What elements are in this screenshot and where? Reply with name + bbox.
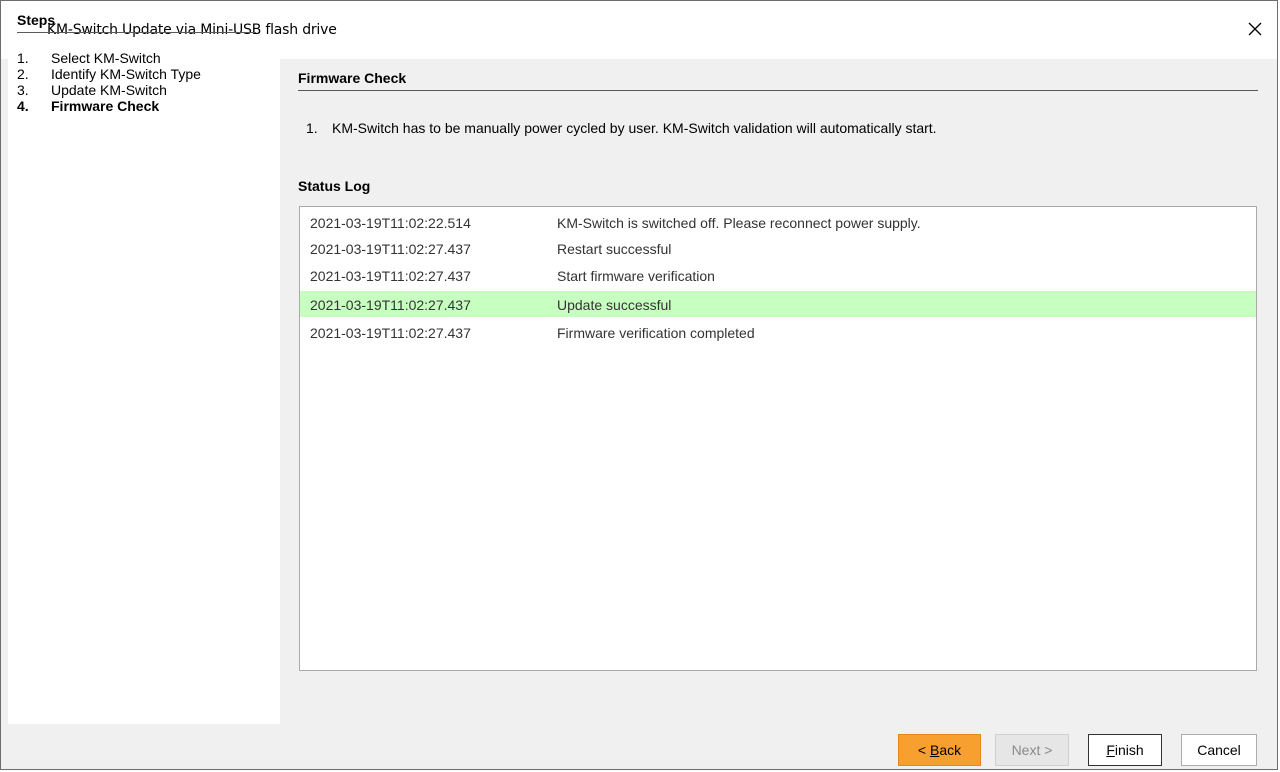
step-label: Update KM-Switch [51, 82, 167, 98]
step-number: 1. [17, 50, 29, 66]
instruction-body: KM-Switch has to be manually power cycle… [332, 120, 937, 136]
log-row[interactable]: 2021-03-19T11:02:22.514 KM-Switch is swi… [300, 209, 1256, 235]
step-number: 2. [17, 66, 29, 82]
close-icon [1248, 22, 1262, 36]
step-label: Firmware Check [51, 98, 160, 114]
back-label-rest: ack [939, 742, 962, 758]
log-message: Restart successful [557, 241, 672, 257]
step-item-update: 3. Update KM-Switch [17, 82, 201, 98]
next-button[interactable]: Next > [995, 734, 1069, 766]
cancel-button[interactable]: Cancel [1181, 734, 1257, 766]
log-timestamp: 2021-03-19T11:02:27.437 [310, 325, 471, 341]
finish-mnemonic: F [1106, 742, 1115, 758]
log-message: Start firmware verification [557, 268, 715, 284]
step-item-firmware-check: 4. Firmware Check [17, 98, 201, 114]
log-row-highlighted[interactable]: 2021-03-19T11:02:27.437 Update successfu… [300, 291, 1256, 317]
log-row[interactable]: 2021-03-19T11:02:27.437 Firmware verific… [300, 319, 1256, 345]
log-row[interactable]: 2021-03-19T11:02:27.437 Restart successf… [300, 235, 1256, 261]
log-timestamp: 2021-03-19T11:02:22.514 [310, 215, 471, 231]
steps-list: 1. Select KM-Switch 2. Identify KM-Switch … [17, 50, 201, 114]
step-number: 3. [17, 82, 29, 98]
log-timestamp: 2021-03-19T11:02:27.437 [310, 297, 471, 313]
steps-heading: Steps [17, 12, 256, 33]
log-timestamp: 2021-03-19T11:02:27.437 [310, 268, 471, 284]
steps-pane [8, 58, 280, 724]
log-row[interactable]: 2021-03-19T11:02:27.437 Start firmware v… [300, 262, 1256, 288]
log-message: Update successful [557, 297, 672, 313]
finish-label-rest: inish [1114, 742, 1144, 758]
back-button[interactable]: < Back [898, 734, 981, 766]
log-message: Firmware verification completed [557, 325, 755, 341]
back-mnemonic: B [929, 742, 940, 758]
close-button[interactable] [1233, 11, 1277, 47]
page-title: Firmware Check [298, 70, 1258, 91]
step-label: Select KM-Switch [51, 50, 161, 66]
instruction-text: 1. KM-Switch has to be manually power cy… [306, 120, 937, 136]
step-item-identify: 2. Identify KM-Switch Type [17, 66, 201, 82]
instruction-number: 1. [306, 120, 318, 136]
back-prefix: < [917, 742, 930, 758]
status-log-heading: Status Log [298, 178, 371, 194]
log-message: KM-Switch is switched off. Please reconn… [557, 215, 921, 231]
step-label: Identify KM-Switch Type [51, 66, 201, 82]
log-timestamp: 2021-03-19T11:02:27.437 [310, 241, 471, 257]
finish-button[interactable]: Finish [1088, 734, 1162, 766]
status-log-list[interactable]: 2021-03-19T11:02:22.514 KM-Switch is swi… [299, 206, 1257, 671]
step-item-select: 1. Select KM-Switch [17, 50, 201, 66]
step-number: 4. [17, 98, 29, 114]
